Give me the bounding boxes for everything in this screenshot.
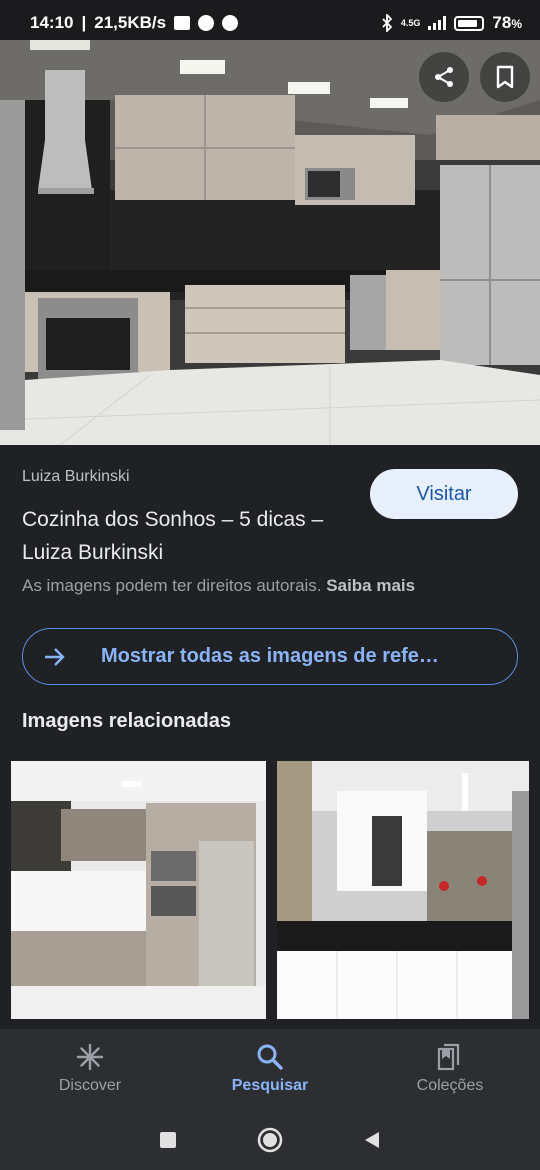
facebook-icon xyxy=(198,15,215,31)
copyright-text: As imagens podem ter direitos autorais. xyxy=(22,576,322,595)
nav-search-label: Pesquisar xyxy=(231,1077,309,1094)
arrow-right-icon xyxy=(45,648,65,666)
related-kitchen-photo-2 xyxy=(277,761,529,1019)
messenger-icon xyxy=(222,15,239,31)
battery-unit: % xyxy=(511,17,522,31)
kitchen-photo xyxy=(0,40,540,445)
bottom-navigation: Discover Pesquisar Coleções xyxy=(0,1029,540,1109)
signal-icon xyxy=(428,16,447,30)
show-all-label: Mostrar todas as imagens de refe… xyxy=(101,645,439,667)
related-image-thumbnail[interactable] xyxy=(11,761,266,1019)
share-button[interactable] xyxy=(419,52,469,102)
status-speed: 21,5KB/s xyxy=(94,13,167,32)
battery-icon xyxy=(454,15,485,31)
related-images-heading: Imagens relacionadas xyxy=(22,710,231,732)
learn-more-link[interactable]: Saiba mais xyxy=(326,576,415,595)
search-icon xyxy=(257,1044,283,1070)
result-title[interactable]: Cozinha dos Sonhos – 5 dicas – Luiza Bur… xyxy=(22,503,362,569)
nav-discover-label: Discover xyxy=(58,1077,122,1094)
result-source: Luiza Burkinski xyxy=(22,468,130,485)
battery-value: 78 xyxy=(492,13,512,32)
back-icon[interactable] xyxy=(363,1130,381,1150)
bookmark-icon xyxy=(496,65,514,89)
status-separator: | xyxy=(81,13,87,32)
network-type: 4.5G xyxy=(400,18,421,28)
related-image-thumbnail[interactable] xyxy=(277,761,529,1019)
collections-icon xyxy=(437,1043,460,1071)
copyright-notice: As imagens podem ter direitos autorais. … xyxy=(22,576,415,596)
nav-collections-label: Coleções xyxy=(416,1077,484,1094)
hero-image[interactable] xyxy=(0,40,540,445)
related-kitchen-photo-1 xyxy=(11,761,266,1019)
home-icon[interactable] xyxy=(257,1127,283,1153)
nav-collections[interactable]: Coleções xyxy=(360,1029,540,1109)
nav-discover[interactable]: Discover xyxy=(0,1029,180,1109)
asterisk-icon xyxy=(76,1043,104,1071)
battery-level: 78% xyxy=(492,13,522,33)
bluetooth-icon xyxy=(382,14,393,32)
show-all-images-button[interactable]: Mostrar todas as imagens de refe… xyxy=(22,628,518,685)
message-icon xyxy=(174,16,191,30)
share-icon xyxy=(435,67,453,87)
visit-button[interactable]: Visitar xyxy=(370,469,518,519)
system-navigation-bar xyxy=(0,1109,540,1170)
status-time: 14:10 xyxy=(30,13,74,32)
recent-apps-icon[interactable] xyxy=(159,1131,177,1149)
nav-search[interactable]: Pesquisar xyxy=(180,1029,360,1109)
bookmark-button[interactable] xyxy=(480,52,530,102)
